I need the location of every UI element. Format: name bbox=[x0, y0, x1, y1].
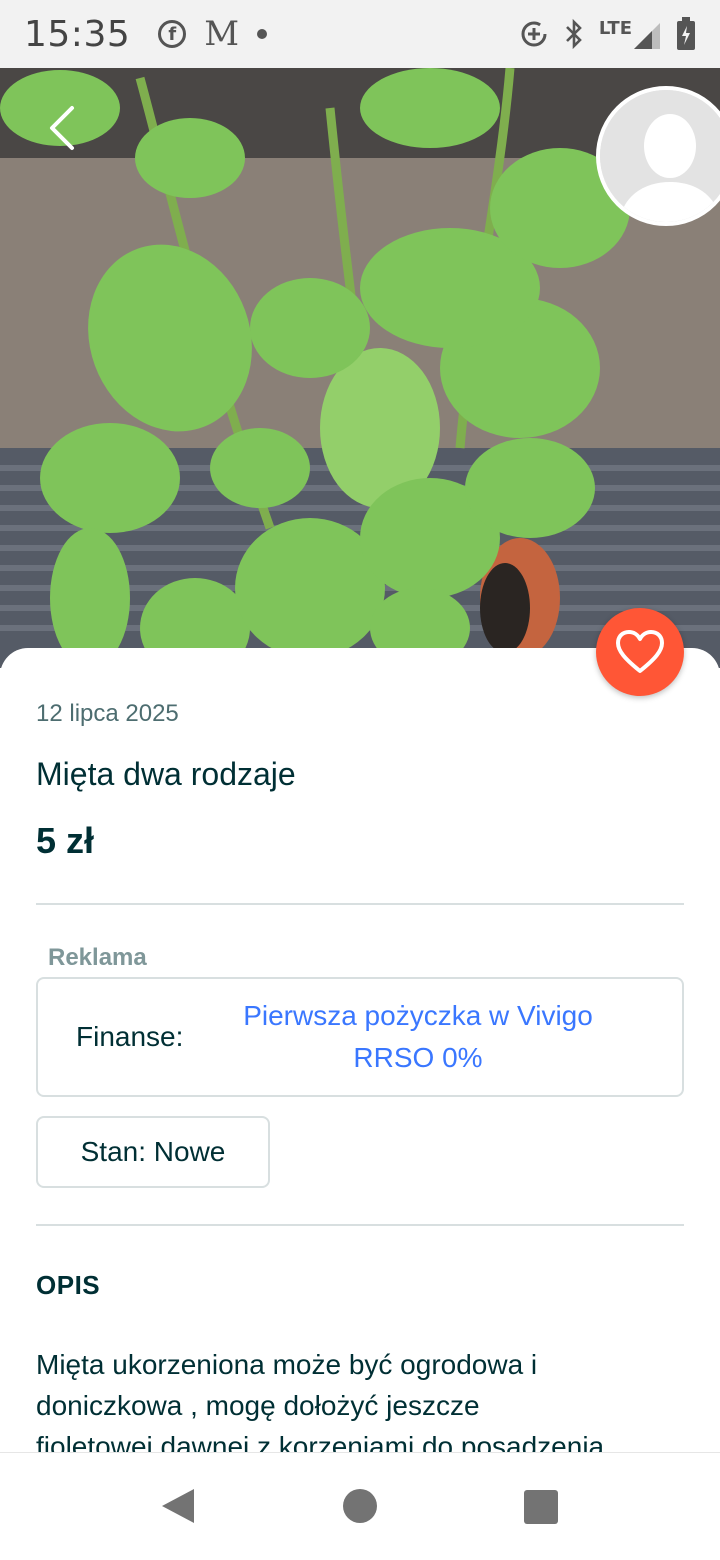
bluetooth-icon bbox=[566, 18, 582, 50]
status-bar: 15:35 f M LTE bbox=[0, 0, 720, 68]
system-nav-bar bbox=[0, 1452, 720, 1560]
divider bbox=[36, 903, 684, 905]
ad-label: Reklama bbox=[48, 944, 147, 971]
listing-title: Mięta dwa rodzaje bbox=[36, 756, 296, 792]
system-icons: LTE bbox=[519, 17, 696, 51]
listing-price: 5 zł bbox=[36, 820, 95, 861]
notification-icons: f M bbox=[158, 14, 268, 54]
ad-category: Finanse: bbox=[76, 1021, 184, 1052]
nav-recents-icon[interactable] bbox=[524, 1490, 558, 1524]
description-line-2: doniczkowa , mogę dołożyć jeszcze bbox=[36, 1390, 480, 1421]
signal-group: LTE bbox=[599, 18, 662, 51]
ad-link-line-1: Pierwsza pożyczka w Vivigo bbox=[243, 1000, 593, 1031]
listing-details: 12 lipca 2025 Mięta dwa rodzaje 5 zł Rek… bbox=[0, 648, 720, 1452]
description-heading: OPIS bbox=[36, 1270, 101, 1300]
favorite-button[interactable] bbox=[596, 608, 684, 696]
notification-dot-icon bbox=[257, 29, 268, 39]
ad-link-line-2: RRSO 0% bbox=[353, 1042, 483, 1073]
network-type-label: LTE bbox=[598, 17, 632, 39]
divider bbox=[36, 1224, 684, 1226]
signal-icon bbox=[634, 22, 660, 49]
status-time: 15:35 bbox=[24, 13, 131, 55]
gmail-icon: M bbox=[204, 14, 240, 54]
facebook-icon: f bbox=[158, 20, 187, 48]
condition-chip: Stan: Nowe bbox=[36, 1116, 270, 1188]
description-text: Mięta ukorzeniona może być ogrodowa i do… bbox=[36, 1344, 686, 1452]
battery-icon bbox=[677, 17, 695, 50]
sponsored-ad[interactable]: Finanse: Pierwsza pożyczka w Vivigo RRSO… bbox=[36, 977, 684, 1097]
nav-home-icon[interactable] bbox=[343, 1489, 377, 1523]
chevron-left-icon bbox=[50, 106, 74, 150]
description-line-1: Mięta ukorzeniona może być ogrodowa i bbox=[36, 1349, 538, 1380]
back-button[interactable] bbox=[40, 100, 88, 156]
ad-link[interactable]: Pierwsza pożyczka w Vivigo RRSO 0% bbox=[198, 995, 638, 1079]
heart-icon bbox=[616, 630, 664, 673]
listing-date: 12 lipca 2025 bbox=[36, 700, 179, 727]
user-icon bbox=[600, 90, 720, 222]
description-line-3: fioletowej dawnej z korzeniami do posadz… bbox=[36, 1431, 605, 1452]
data-saver-icon bbox=[521, 21, 547, 47]
nav-back-icon[interactable] bbox=[160, 1487, 196, 1525]
